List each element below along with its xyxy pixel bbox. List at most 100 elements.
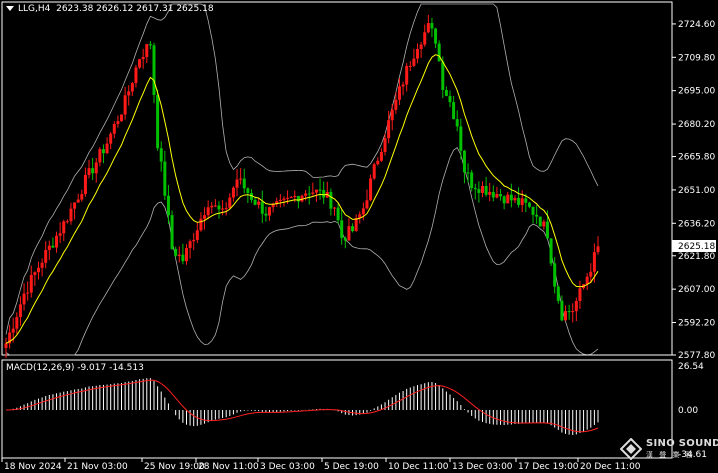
time-axis: 18 Nov 2024 21 Nov 03:00 25 Nov 19:0028 No…: [1, 458, 641, 472]
candle-body: [437, 43, 441, 62]
price-tick-label: 2695.00: [678, 87, 715, 97]
candle-body: [145, 44, 149, 58]
candle-body: [332, 207, 336, 209]
price-tick-label: 2709.80: [678, 53, 715, 63]
candle-body: [76, 199, 80, 203]
candle-body: [73, 202, 77, 209]
candle-body: [535, 214, 539, 217]
candle-body: [524, 198, 528, 203]
candle-body: [156, 94, 160, 149]
candle-body: [361, 208, 365, 215]
candle-body: [495, 193, 499, 198]
candle-body: [549, 238, 553, 264]
candle-body: [152, 45, 156, 95]
candle-body: [448, 95, 452, 103]
price-tick-label: 2680.20: [678, 120, 715, 130]
candle-body: [488, 191, 492, 195]
candle-body: [170, 215, 174, 249]
candle-body: [556, 286, 560, 301]
candle-body: [206, 207, 210, 216]
price-chart[interactable]: 2724.60 2709.80 2695.00 2680.20 2665.80 2651.…: [0, 0, 718, 473]
time-tick-label: 18 Nov 2024: [4, 462, 62, 472]
candle-body: [527, 202, 531, 207]
current-price-marker: 2625.18: [672, 240, 716, 252]
candle-body: [484, 185, 488, 195]
candle-body: [260, 201, 264, 214]
candle-body: [11, 328, 15, 333]
candle-body: [379, 151, 383, 161]
candle-body: [101, 149, 105, 154]
candle-body: [213, 205, 217, 207]
candle-body: [553, 263, 557, 287]
candle-body: [4, 343, 8, 348]
candle-body: [268, 207, 272, 216]
candle-body: [499, 193, 503, 197]
candle-body: [29, 274, 33, 293]
candle-body: [517, 197, 521, 205]
macd-header: MACD(12,26,9) -9.017 -14.513: [6, 363, 144, 373]
candle-body: [369, 178, 373, 201]
candle-body: [444, 89, 448, 96]
candle-body: [188, 241, 192, 249]
macd-axis-zero: 0.00: [678, 406, 698, 416]
candle-body: [36, 267, 40, 273]
price-axis: 2724.60 2709.80 2695.00 2680.20 2665.80 2651.…: [672, 20, 715, 361]
candle-body: [304, 193, 308, 196]
candle-body: [264, 213, 268, 216]
time-tick-label: 21 Nov 03:00: [67, 462, 128, 472]
candle-body: [452, 102, 456, 120]
candle-body: [473, 188, 477, 190]
candle-body: [491, 191, 495, 198]
candle-body: [239, 178, 243, 180]
time-tick-label: 25 Nov 19:00: [144, 462, 205, 472]
dropdown-arrow-icon[interactable]: [6, 6, 14, 11]
candle-body: [224, 208, 228, 210]
candle-body: [560, 300, 564, 321]
candle-body: [40, 262, 44, 268]
candle-body: [127, 91, 131, 96]
time-tick-label: 10 Dec 11:00: [388, 462, 449, 472]
candlesticks: [4, 14, 600, 359]
candle-body: [105, 143, 109, 154]
candle-body: [228, 197, 232, 209]
candle-body: [531, 206, 535, 215]
candle-body: [596, 246, 600, 253]
symbol-header: LLG,H4 2623.38 2626.12 2617.31 2625.18: [6, 4, 214, 14]
candle-body: [174, 248, 178, 256]
candle-body: [520, 198, 524, 205]
candle-body: [416, 48, 420, 59]
candle-body: [282, 198, 286, 200]
candle-body: [466, 172, 470, 174]
candle-body: [195, 230, 199, 240]
candle-body: [311, 192, 315, 194]
candle-body: [459, 126, 463, 151]
candle-body: [138, 59, 142, 68]
price-tick-label: 2665.80: [678, 153, 715, 163]
candle-body: [589, 271, 593, 277]
candle-body: [257, 201, 261, 205]
candle-body: [130, 83, 134, 92]
diamond-logo-icon: [620, 438, 642, 460]
candle-body: [354, 217, 358, 232]
candle-body: [22, 293, 26, 305]
price-tick-label: 2592.20: [678, 319, 715, 329]
price-tick-label: 2607.00: [678, 285, 715, 295]
candle-body: [163, 161, 167, 196]
time-tick-label: 3 Dec 03:00: [260, 462, 315, 472]
candle-body: [383, 138, 387, 152]
candle-body: [44, 250, 48, 263]
candle-body: [318, 189, 322, 191]
candle-body: [430, 23, 434, 29]
candle-body: [116, 121, 120, 124]
time-tick-label: 13 Dec 03:00: [452, 462, 513, 472]
candle-body: [412, 58, 416, 66]
candle-body: [55, 235, 59, 248]
candle-body: [390, 109, 394, 121]
current-price-text: 2625.18: [678, 242, 715, 252]
candle-body: [296, 195, 300, 202]
candle-body: [502, 196, 506, 204]
candle-body: [120, 114, 124, 122]
candle-body: [210, 205, 214, 208]
candle-body: [592, 252, 596, 272]
candle-body: [83, 174, 87, 195]
